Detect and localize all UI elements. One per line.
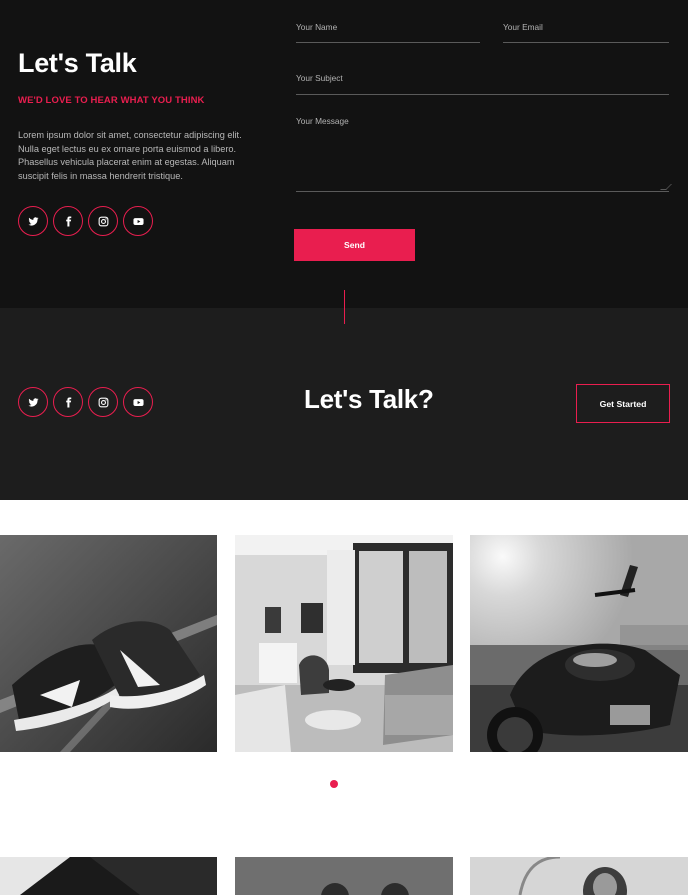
- email-field-label: Your Email: [503, 22, 543, 32]
- contact-section: Let's Talk WE'D LOVE TO HEAR WHAT YOU TH…: [0, 0, 688, 308]
- instagram-link[interactable]: [88, 206, 118, 236]
- subject-field[interactable]: Your Subject: [296, 73, 669, 95]
- twitter-icon: [27, 397, 39, 408]
- facebook-icon: [63, 215, 74, 227]
- facebook-link[interactable]: [53, 387, 83, 417]
- email-field[interactable]: Your Email: [503, 22, 669, 43]
- subject-field-label: Your Subject: [296, 73, 343, 83]
- twitter-icon: [27, 216, 39, 227]
- send-button[interactable]: Send: [294, 229, 415, 261]
- cta-social-links: [18, 387, 153, 417]
- twitter-link[interactable]: [18, 206, 48, 236]
- resize-handle-icon[interactable]: [660, 184, 672, 190]
- gallery-pagination: [330, 780, 338, 788]
- youtube-icon: [132, 216, 144, 227]
- living-room-photo[interactable]: [235, 535, 453, 752]
- gallery-photo-5[interactable]: [235, 857, 453, 895]
- contact-tagline: WE'D LOVE TO HEAR WHAT YOU THINK: [18, 95, 205, 106]
- get-started-button[interactable]: Get Started: [576, 384, 670, 423]
- cta-divider: [344, 290, 346, 324]
- cta-title: Let's Talk?: [304, 384, 434, 414]
- youtube-icon: [132, 397, 144, 408]
- facebook-icon: [63, 396, 74, 408]
- youtube-link[interactable]: [123, 387, 153, 417]
- gallery-photo-4[interactable]: [0, 857, 217, 895]
- gallery-photo-6[interactable]: [470, 857, 688, 895]
- message-field[interactable]: Your Message: [296, 116, 672, 192]
- instagram-icon: [98, 216, 109, 227]
- instagram-link[interactable]: [88, 387, 118, 417]
- name-field[interactable]: Your Name: [296, 22, 480, 43]
- youtube-link[interactable]: [123, 206, 153, 236]
- instagram-icon: [98, 397, 109, 408]
- pagination-dot[interactable]: [330, 780, 338, 788]
- motorcycle-photo[interactable]: [470, 535, 688, 752]
- contact-description: Lorem ipsum dolor sit amet, consectetur …: [18, 130, 242, 182]
- contact-title: Let's Talk: [18, 48, 137, 78]
- sneakers-photo[interactable]: [0, 535, 217, 752]
- message-field-label: Your Message: [296, 116, 349, 126]
- contact-social-links: [18, 206, 153, 236]
- name-field-label: Your Name: [296, 22, 338, 32]
- twitter-link[interactable]: [18, 387, 48, 417]
- facebook-link[interactable]: [53, 206, 83, 236]
